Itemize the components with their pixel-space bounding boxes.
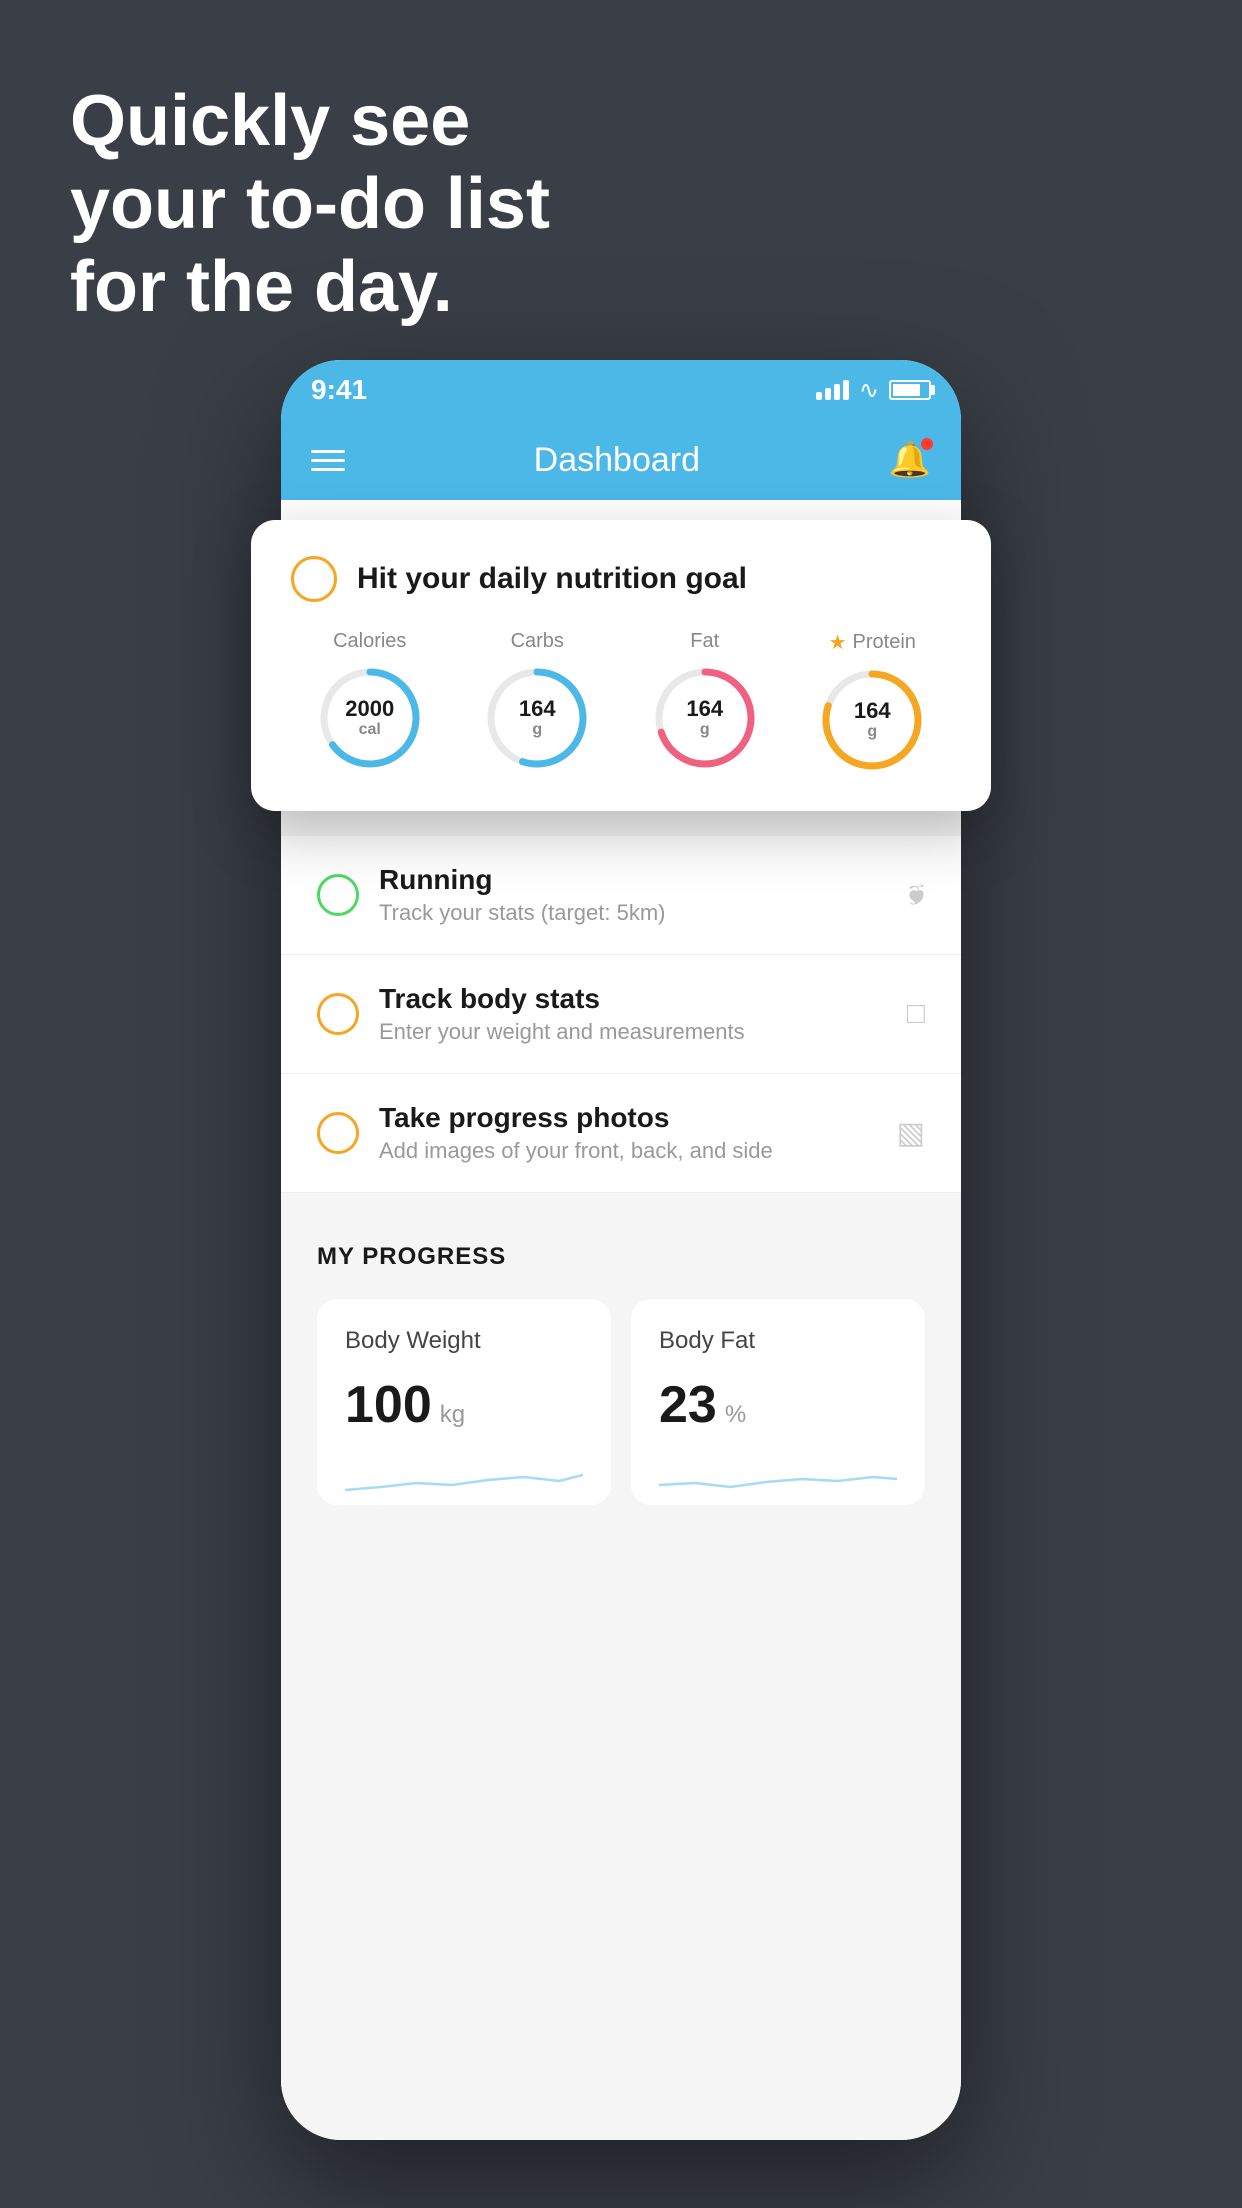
body-weight-chart [345,1455,583,1505]
calories-ring: 2000 cal [315,663,425,773]
protein-ring: 164 g [817,665,927,775]
fat-label: Fat [690,630,719,653]
nutrition-calories: Calories 2000 cal [315,630,425,773]
scale-icon: □ [907,997,925,1031]
bell-icon[interactable]: 🔔 [889,440,931,480]
status-time: 9:41 [311,374,367,406]
todo-title-photos: Take progress photos [379,1102,877,1134]
nutrition-protein: ★Protein 164 g [817,630,927,775]
nutrition-card: Hit your daily nutrition goal Calories 2… [251,520,991,811]
protein-value: 164 g [854,699,891,741]
progress-cards: Body Weight 100 kg Body Fat 23 [317,1299,925,1505]
todo-sub-running: Track your stats (target: 5km) [379,900,888,926]
todo-circle-photos [317,1112,359,1154]
battery-icon [889,380,931,400]
card-title: Hit your daily nutrition goal [357,562,747,596]
body-weight-label: Body Weight [345,1327,583,1355]
status-icons: ∿ [816,376,931,405]
fat-value: 164 g [686,697,723,739]
todo-item-body-stats[interactable]: Track body stats Enter your weight and m… [281,955,961,1074]
todo-item-running[interactable]: Running Track your stats (target: 5km) 🙘 [281,836,961,955]
body-weight-value: 100 [345,1375,432,1435]
body-weight-unit: kg [440,1401,465,1429]
body-fat-value-row: 23 % [659,1375,897,1435]
todo-title-running: Running [379,864,888,896]
hero-text: Quickly see your to-do list for the day. [70,80,550,328]
protein-label: ★Protein [829,630,916,655]
body-weight-card[interactable]: Body Weight 100 kg [317,1299,611,1505]
calories-value: 2000 cal [345,697,394,739]
todo-sub-photos: Add images of your front, back, and side [379,1138,877,1164]
todo-text-photos: Take progress photos Add images of your … [379,1102,877,1164]
body-fat-label: Body Fat [659,1327,897,1355]
carbs-value: 164 g [519,697,556,739]
carbs-ring: 164 g [482,663,592,773]
status-bar: 9:41 ∿ [281,360,961,420]
body-fat-card[interactable]: Body Fat 23 % [631,1299,925,1505]
todo-text-body-stats: Track body stats Enter your weight and m… [379,983,887,1045]
todo-circle-running [317,874,359,916]
nutrition-row: Calories 2000 cal Carbs [291,630,951,775]
body-fat-chart [659,1455,897,1505]
todo-circle-body-stats [317,993,359,1035]
body-fat-unit: % [725,1401,746,1429]
star-icon: ★ [829,630,847,655]
nav-title: Dashboard [534,441,700,480]
todo-sub-body-stats: Enter your weight and measurements [379,1019,887,1045]
hamburger-menu[interactable] [311,450,345,471]
todo-title-body-stats: Track body stats [379,983,887,1015]
fat-ring: 164 g [650,663,760,773]
todo-list: Running Track your stats (target: 5km) 🙘… [281,836,961,1193]
carbs-label: Carbs [511,630,564,653]
running-icon: 🙘 [908,877,925,913]
body-weight-value-row: 100 kg [345,1375,583,1435]
nav-bar: Dashboard 🔔 [281,420,961,500]
body-fat-value: 23 [659,1375,717,1435]
calories-label: Calories [333,630,406,653]
task-circle [291,556,337,602]
nutrition-fat: Fat 164 g [650,630,760,773]
progress-section: MY PROGRESS Body Weight 100 kg Body F [281,1193,961,1535]
notification-dot [921,438,933,450]
photo-icon: ▧ [897,1116,925,1151]
todo-text-running: Running Track your stats (target: 5km) [379,864,888,926]
card-header: Hit your daily nutrition goal [291,556,951,602]
wifi-icon: ∿ [859,376,879,405]
signal-icon [816,380,849,400]
nutrition-carbs: Carbs 164 g [482,630,592,773]
todo-item-photos[interactable]: Take progress photos Add images of your … [281,1074,961,1193]
progress-title: MY PROGRESS [317,1243,925,1271]
